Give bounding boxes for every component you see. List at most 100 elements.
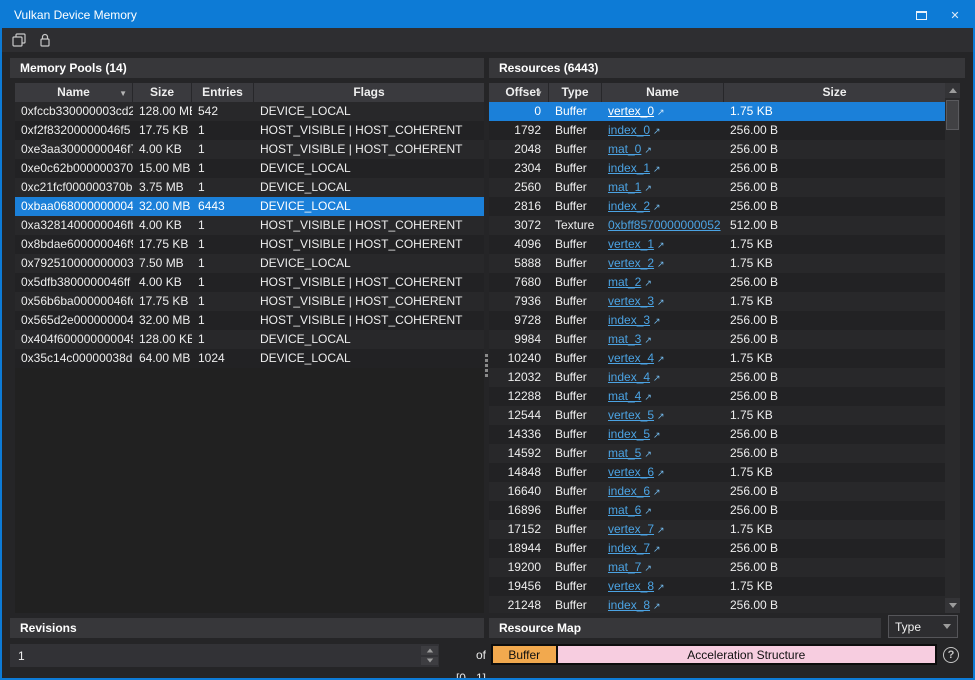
resource-link[interactable]: index_6: [608, 484, 650, 498]
table-row[interactable]: 0xc21fcf000000370b3.75 MB1DEVICE_LOCAL: [15, 178, 484, 197]
table-row[interactable]: 0x565d2e000000004b32.00 MB1HOST_VISIBLE …: [15, 311, 484, 330]
table-row[interactable]: 7936Buffervertex_3↗1.75 KB: [489, 292, 945, 311]
revision-spinbox[interactable]: 1: [10, 644, 439, 667]
column-header-name[interactable]: Name▼: [15, 83, 133, 102]
resource-link[interactable]: vertex_4: [608, 351, 654, 365]
table-row[interactable]: 9728Bufferindex_3↗256.00 B: [489, 311, 945, 330]
table-row[interactable]: 21248Bufferindex_8↗256.00 B: [489, 596, 945, 613]
table-row[interactable]: 0x79251000000000357.50 MB1DEVICE_LOCAL: [15, 254, 484, 273]
table-row[interactable]: 19200Buffermat_7↗256.00 B: [489, 558, 945, 577]
resource-link[interactable]: mat_3: [608, 332, 641, 346]
pool-entries-cell: 1: [192, 159, 254, 178]
resource-link[interactable]: mat_2: [608, 275, 641, 289]
resource-link[interactable]: 0xbff8570000000052: [608, 218, 721, 232]
resource-map-mode-dropdown[interactable]: Type: [888, 615, 958, 638]
table-row[interactable]: 0xfccb330000003cd2128.00 MB542DEVICE_LOC…: [15, 102, 484, 121]
resource-link[interactable]: mat_0: [608, 142, 641, 156]
table-row[interactable]: 12544Buffervertex_5↗1.75 KB: [489, 406, 945, 425]
table-row[interactable]: 0Buffervertex_0↗1.75 KB: [489, 102, 945, 121]
table-row[interactable]: 0x8bdae600000046f917.75 KB1HOST_VISIBLE …: [15, 235, 484, 254]
help-button[interactable]: ?: [943, 647, 959, 663]
pool-size-cell: 4.00 KB: [133, 216, 192, 235]
column-header-type[interactable]: Type: [549, 83, 602, 102]
table-row[interactable]: 4096Buffervertex_1↗1.75 KB: [489, 235, 945, 254]
spin-down-button[interactable]: [421, 657, 438, 666]
scrollbar-thumb[interactable]: [946, 100, 959, 130]
titlebar[interactable]: Vulkan Device Memory ✕: [2, 2, 973, 28]
table-row[interactable]: 9984Buffermat_3↗256.00 B: [489, 330, 945, 349]
table-row[interactable]: 0xa3281400000046fb4.00 KB1HOST_VISIBLE |…: [15, 216, 484, 235]
table-row[interactable]: 14336Bufferindex_5↗256.00 B: [489, 425, 945, 444]
resource-name-cell: vertex_5↗: [602, 406, 724, 425]
table-row[interactable]: 7680Buffermat_2↗256.00 B: [489, 273, 945, 292]
close-button[interactable]: ✕: [943, 5, 967, 25]
resource-map-segment[interactable]: Buffer: [493, 646, 558, 663]
table-row[interactable]: 16896Buffermat_6↗256.00 B: [489, 501, 945, 520]
table-row[interactable]: 14592Buffermat_5↗256.00 B: [489, 444, 945, 463]
column-header-offset[interactable]: Offset▼: [489, 83, 549, 102]
column-header-entries[interactable]: Entries: [192, 83, 254, 102]
table-row[interactable]: 10240Buffervertex_4↗1.75 KB: [489, 349, 945, 368]
resource-link[interactable]: mat_4: [608, 389, 641, 403]
table-row[interactable]: 17152Buffervertex_7↗1.75 KB: [489, 520, 945, 539]
scroll-up-button[interactable]: [945, 83, 960, 98]
revision-value[interactable]: 1: [10, 649, 421, 663]
resource-link[interactable]: index_3: [608, 313, 650, 327]
spin-up-button[interactable]: [421, 646, 438, 655]
resource-link[interactable]: vertex_5: [608, 408, 654, 422]
table-row[interactable]: 2560Buffermat_1↗256.00 B: [489, 178, 945, 197]
table-row[interactable]: 0x35c14c00000038d164.00 MB1024DEVICE_LOC…: [15, 349, 484, 368]
table-row[interactable]: 0x56b6ba00000046fd17.75 KB1HOST_VISIBLE …: [15, 292, 484, 311]
resource-size-cell: 256.00 B: [724, 368, 945, 387]
resource-link[interactable]: vertex_6: [608, 465, 654, 479]
table-row[interactable]: 3072Texture0xbff8570000000052↗512.00 B: [489, 216, 945, 235]
resource-size-cell: 256.00 B: [724, 387, 945, 406]
resource-link[interactable]: vertex_1: [608, 237, 654, 251]
resource-link[interactable]: mat_1: [608, 180, 641, 194]
resources-scrollbar[interactable]: [945, 83, 960, 613]
resource-link[interactable]: vertex_2: [608, 256, 654, 270]
table-row[interactable]: 12032Bufferindex_4↗256.00 B: [489, 368, 945, 387]
table-row[interactable]: 18944Bufferindex_7↗256.00 B: [489, 539, 945, 558]
table-row[interactable]: 0xf2f83200000046f517.75 KB1HOST_VISIBLE …: [15, 121, 484, 140]
table-row[interactable]: 0x5dfb3800000046ff4.00 KB1HOST_VISIBLE |…: [15, 273, 484, 292]
lock-button[interactable]: [36, 31, 54, 49]
resource-link[interactable]: index_5: [608, 427, 650, 441]
column-header-size[interactable]: Size: [133, 83, 192, 102]
table-row[interactable]: 19456Buffervertex_8↗1.75 KB: [489, 577, 945, 596]
column-header-flags[interactable]: Flags: [254, 83, 484, 102]
table-row[interactable]: 12288Buffermat_4↗256.00 B: [489, 387, 945, 406]
resource-link[interactable]: mat_7: [608, 560, 641, 574]
table-row[interactable]: 14848Buffervertex_6↗1.75 KB: [489, 463, 945, 482]
column-header-size[interactable]: Size: [724, 83, 945, 102]
table-row[interactable]: 16640Bufferindex_6↗256.00 B: [489, 482, 945, 501]
table-row[interactable]: 0xe0c62b000000370715.00 MB1DEVICE_LOCAL: [15, 159, 484, 178]
resource-link[interactable]: index_4: [608, 370, 650, 384]
table-row[interactable]: 2816Bufferindex_2↗256.00 B: [489, 197, 945, 216]
resource-link[interactable]: index_0: [608, 123, 650, 137]
resource-link[interactable]: index_8: [608, 598, 650, 612]
table-row[interactable]: 1792Bufferindex_0↗256.00 B: [489, 121, 945, 140]
pool-size-cell: 17.75 KB: [133, 121, 192, 140]
table-row[interactable]: 5888Buffervertex_2↗1.75 KB: [489, 254, 945, 273]
resource-link[interactable]: index_7: [608, 541, 650, 555]
duplicate-window-button[interactable]: [10, 31, 28, 49]
column-header-name[interactable]: Name: [602, 83, 724, 102]
resource-link[interactable]: index_1: [608, 161, 650, 175]
resource-link[interactable]: vertex_7: [608, 522, 654, 536]
table-row[interactable]: 0xbaa068000000004d32.00 MB6443DEVICE_LOC…: [15, 197, 484, 216]
resource-link[interactable]: mat_6: [608, 503, 641, 517]
table-row[interactable]: 2304Bufferindex_1↗256.00 B: [489, 159, 945, 178]
table-row[interactable]: 0x404f600000000045128.00 KB1DEVICE_LOCAL: [15, 330, 484, 349]
resource-offset-cell: 12544: [489, 406, 549, 425]
resource-map-segment[interactable]: Acceleration Structure: [558, 646, 935, 663]
scroll-down-button[interactable]: [945, 598, 960, 613]
resource-link[interactable]: index_2: [608, 199, 650, 213]
resource-link[interactable]: vertex_3: [608, 294, 654, 308]
table-row[interactable]: 0xe3aa3000000046f74.00 KB1HOST_VISIBLE |…: [15, 140, 484, 159]
resource-link[interactable]: vertex_8: [608, 579, 654, 593]
resource-link[interactable]: mat_5: [608, 446, 641, 460]
resource-link[interactable]: vertex_0: [608, 104, 654, 118]
table-row[interactable]: 2048Buffermat_0↗256.00 B: [489, 140, 945, 159]
maximize-button[interactable]: [909, 5, 933, 25]
